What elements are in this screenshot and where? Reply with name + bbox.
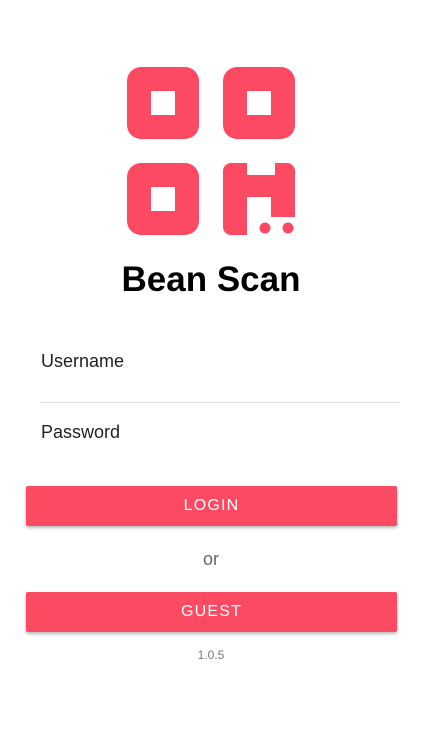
password-field[interactable]: Password [41,421,399,461]
logo-dot-left [259,222,271,234]
qr-code-logo-icon [127,67,295,235]
version-label: 1.0.5 [197,648,225,662]
login-button[interactable]: LOGIN [26,486,397,526]
logo-dot-right [282,222,294,234]
logo-hole-top-left [151,91,175,115]
logo-hole-top-right [247,91,271,115]
password-label: Password [41,422,121,442]
username-label: Username [41,351,125,371]
or-divider-text: or [202,549,219,569]
logo-hole-bottom-left [151,187,175,211]
app-title: Bean Scan [121,260,301,299]
guest-button[interactable]: GUEST [26,592,397,632]
username-field[interactable]: Username [41,350,399,403]
